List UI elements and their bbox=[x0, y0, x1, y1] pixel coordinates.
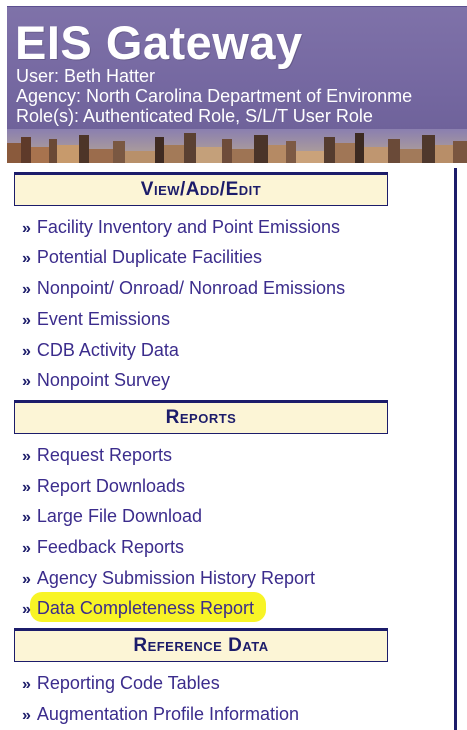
double-chevron-right-icon: » bbox=[22, 676, 31, 693]
nav-item-augmentation-profile-information[interactable]: » Augmentation Profile Information bbox=[22, 701, 299, 727]
nav-item-agency-submission-history[interactable]: » Agency Submission History Report bbox=[22, 565, 315, 591]
nav-item-label: Nonpoint Survey bbox=[36, 370, 170, 390]
double-chevron-right-icon: » bbox=[22, 312, 31, 329]
nav-item-label: Agency Submission History Report bbox=[36, 568, 316, 588]
nav-item-label: Event Emissions bbox=[36, 309, 170, 329]
content-panel-border bbox=[454, 168, 457, 730]
double-chevron-right-icon: » bbox=[22, 448, 31, 465]
nav-item-reporting-code-tables[interactable]: » Reporting Code Tables bbox=[22, 670, 220, 696]
nav-item-label: Report Downloads bbox=[36, 476, 185, 496]
section-header-reports: Reports bbox=[14, 400, 388, 434]
double-chevron-right-icon: » bbox=[22, 281, 31, 298]
double-chevron-right-icon: » bbox=[22, 343, 31, 360]
nav-item-label: Nonpoint/ Onroad/ Nonroad Emissions bbox=[36, 278, 346, 298]
nav-item-label: Reporting Code Tables bbox=[36, 673, 220, 693]
nav-item-nonpoint-onroad-nonroad[interactable]: » Nonpoint/ Onroad/ Nonroad Emissions bbox=[22, 275, 345, 301]
section-header-view-add-edit: View/Add/Edit bbox=[14, 172, 388, 206]
double-chevron-right-icon: » bbox=[22, 509, 31, 526]
app-title: EIS Gateway bbox=[15, 16, 303, 69]
nav-item-data-completeness-report[interactable]: » Data Completeness Report bbox=[22, 595, 254, 621]
nav-item-feedback-reports[interactable]: » Feedback Reports bbox=[22, 534, 184, 560]
nav-item-request-reports[interactable]: » Request Reports bbox=[22, 442, 172, 468]
nav-item-nonpoint-survey[interactable]: » Nonpoint Survey bbox=[22, 367, 170, 393]
nav-item-potential-duplicate-facilities[interactable]: » Potential Duplicate Facilities bbox=[22, 244, 262, 270]
agency-info: Agency: North Carolina Department of Env… bbox=[16, 86, 413, 106]
header-banner: EIS Gateway User: Beth Hatter Agency: No… bbox=[7, 6, 467, 163]
section-header-reference-data: Reference Data bbox=[14, 628, 388, 662]
double-chevron-right-icon: » bbox=[22, 601, 31, 618]
eis-gateway-page: EIS Gateway User: Beth Hatter Agency: No… bbox=[0, 0, 467, 730]
double-chevron-right-icon: » bbox=[22, 707, 31, 724]
nav-item-event-emissions[interactable]: » Event Emissions bbox=[22, 306, 170, 332]
nav-item-label: Augmentation Profile Information bbox=[36, 704, 300, 724]
double-chevron-right-icon: » bbox=[22, 250, 31, 267]
nav-item-label: Feedback Reports bbox=[36, 537, 184, 557]
nav-item-label: Data Completeness Report bbox=[36, 598, 255, 618]
nav-item-label: Request Reports bbox=[36, 445, 172, 465]
nav-item-label: Facility Inventory and Point Emissions bbox=[36, 217, 341, 237]
nav-item-facility-inventory[interactable]: » Facility Inventory and Point Emissions bbox=[22, 214, 340, 240]
nav-item-cdb-activity-data[interactable]: » CDB Activity Data bbox=[22, 337, 179, 363]
double-chevron-right-icon: » bbox=[22, 479, 31, 496]
nav-item-label: Large File Download bbox=[36, 506, 202, 526]
nav-item-report-downloads[interactable]: » Report Downloads bbox=[22, 473, 185, 499]
nav-item-large-file-download[interactable]: » Large File Download bbox=[22, 503, 202, 529]
nav-item-label: CDB Activity Data bbox=[36, 340, 179, 360]
double-chevron-right-icon: » bbox=[22, 373, 31, 390]
nav-item-label: Potential Duplicate Facilities bbox=[36, 247, 263, 267]
user-info: User: Beth Hatter bbox=[16, 66, 156, 86]
double-chevron-right-icon: » bbox=[22, 571, 31, 588]
city-skyline-image bbox=[7, 129, 467, 163]
double-chevron-right-icon: » bbox=[22, 220, 31, 237]
role-info: Role(s): Authenticated Role, S/L/T User … bbox=[16, 106, 373, 126]
double-chevron-right-icon: » bbox=[22, 540, 31, 557]
